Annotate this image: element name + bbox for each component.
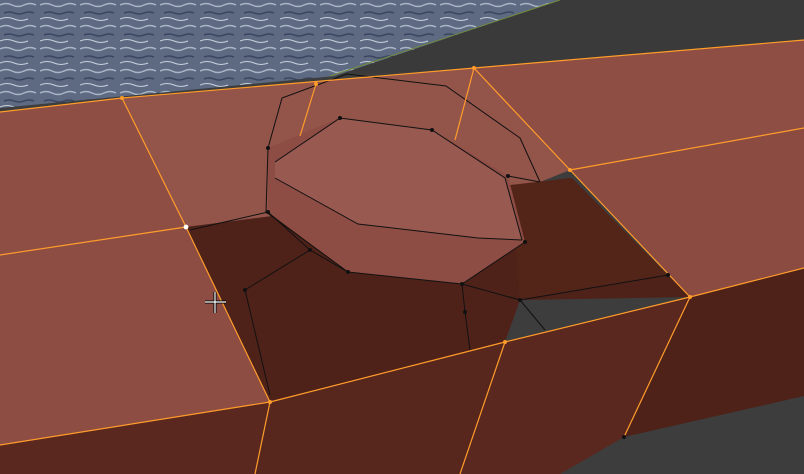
active-vertex[interactable] (183, 224, 189, 230)
3d-viewport[interactable] (0, 0, 804, 474)
